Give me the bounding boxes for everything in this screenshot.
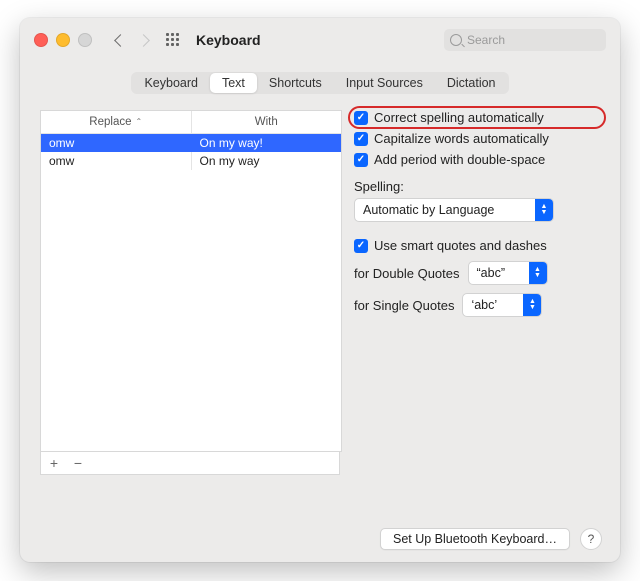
table-row[interactable]: omw On my way — [41, 152, 341, 170]
checkbox-checked-icon[interactable]: ✓ — [354, 132, 368, 146]
spelling-label: Spelling: — [354, 179, 600, 194]
table-row[interactable]: omw On my way! — [41, 134, 341, 152]
double-quotes-row: for Double Quotes “abc” ▲▼ — [354, 261, 600, 285]
sort-asc-icon: ⌃ — [136, 117, 143, 126]
tabbar: Keyboard Text Shortcuts Input Sources Di… — [20, 72, 620, 94]
bottom-bar: Set Up Bluetooth Keyboard… ? — [20, 516, 620, 562]
replacements-panel: Replace⌃ With omw On my way! omw On my w… — [40, 110, 340, 475]
tab-shortcuts[interactable]: Shortcuts — [257, 73, 334, 93]
col-replace[interactable]: Replace⌃ — [41, 111, 191, 133]
keyboard-prefs-window: Keyboard Search Keyboard Text Shortcuts … — [20, 18, 620, 562]
table-footer: + − — [40, 452, 340, 475]
tab-dictation[interactable]: Dictation — [435, 73, 508, 93]
tab-input-sources[interactable]: Input Sources — [334, 73, 435, 93]
checkbox-checked-icon[interactable]: ✓ — [354, 239, 368, 253]
double-quotes-select[interactable]: “abc” ▲▼ — [468, 261, 548, 285]
minimize-icon[interactable] — [56, 33, 70, 47]
updown-icon: ▲▼ — [535, 199, 553, 221]
forward-button — [137, 34, 150, 47]
spelling-select[interactable]: Automatic by Language ▲▼ — [354, 198, 554, 222]
replacements-table[interactable]: Replace⌃ With omw On my way! omw On my w… — [40, 110, 342, 452]
search-input[interactable]: Search — [444, 29, 606, 51]
window-controls — [34, 33, 92, 47]
add-button[interactable]: + — [47, 455, 61, 471]
checkbox-checked-icon[interactable]: ✓ — [354, 153, 368, 167]
remove-button[interactable]: − — [71, 455, 85, 471]
back-button[interactable] — [114, 34, 127, 47]
window-title: Keyboard — [196, 32, 261, 48]
single-quotes-select[interactable]: ‘abc’ ▲▼ — [462, 293, 542, 317]
tab-text[interactable]: Text — [210, 73, 257, 93]
checkbox-checked-icon[interactable]: ✓ — [354, 111, 368, 125]
opt-smart-quotes[interactable]: ✓ Use smart quotes and dashes — [354, 238, 600, 253]
updown-icon: ▲▼ — [529, 262, 547, 284]
opt-correct-spelling[interactable]: ✓ Correct spelling automatically — [354, 110, 600, 125]
bluetooth-setup-button[interactable]: Set Up Bluetooth Keyboard… — [380, 528, 570, 550]
apps-grid-icon[interactable] — [166, 33, 180, 47]
single-quotes-row: for Single Quotes ‘abc’ ▲▼ — [354, 293, 600, 317]
nav-buttons — [116, 36, 148, 45]
close-icon[interactable] — [34, 33, 48, 47]
opt-capitalize-words[interactable]: ✓ Capitalize words automatically — [354, 131, 600, 146]
updown-icon: ▲▼ — [523, 294, 541, 316]
help-button[interactable]: ? — [580, 528, 602, 550]
zoom-icon — [78, 33, 92, 47]
tab-keyboard[interactable]: Keyboard — [132, 73, 210, 93]
search-icon — [450, 34, 462, 46]
titlebar: Keyboard Search — [20, 18, 620, 62]
options-panel: ✓ Correct spelling automatically ✓ Capit… — [354, 110, 600, 317]
search-placeholder: Search — [467, 33, 505, 47]
col-with[interactable]: With — [191, 111, 342, 133]
opt-double-space-period[interactable]: ✓ Add period with double-space — [354, 152, 600, 167]
